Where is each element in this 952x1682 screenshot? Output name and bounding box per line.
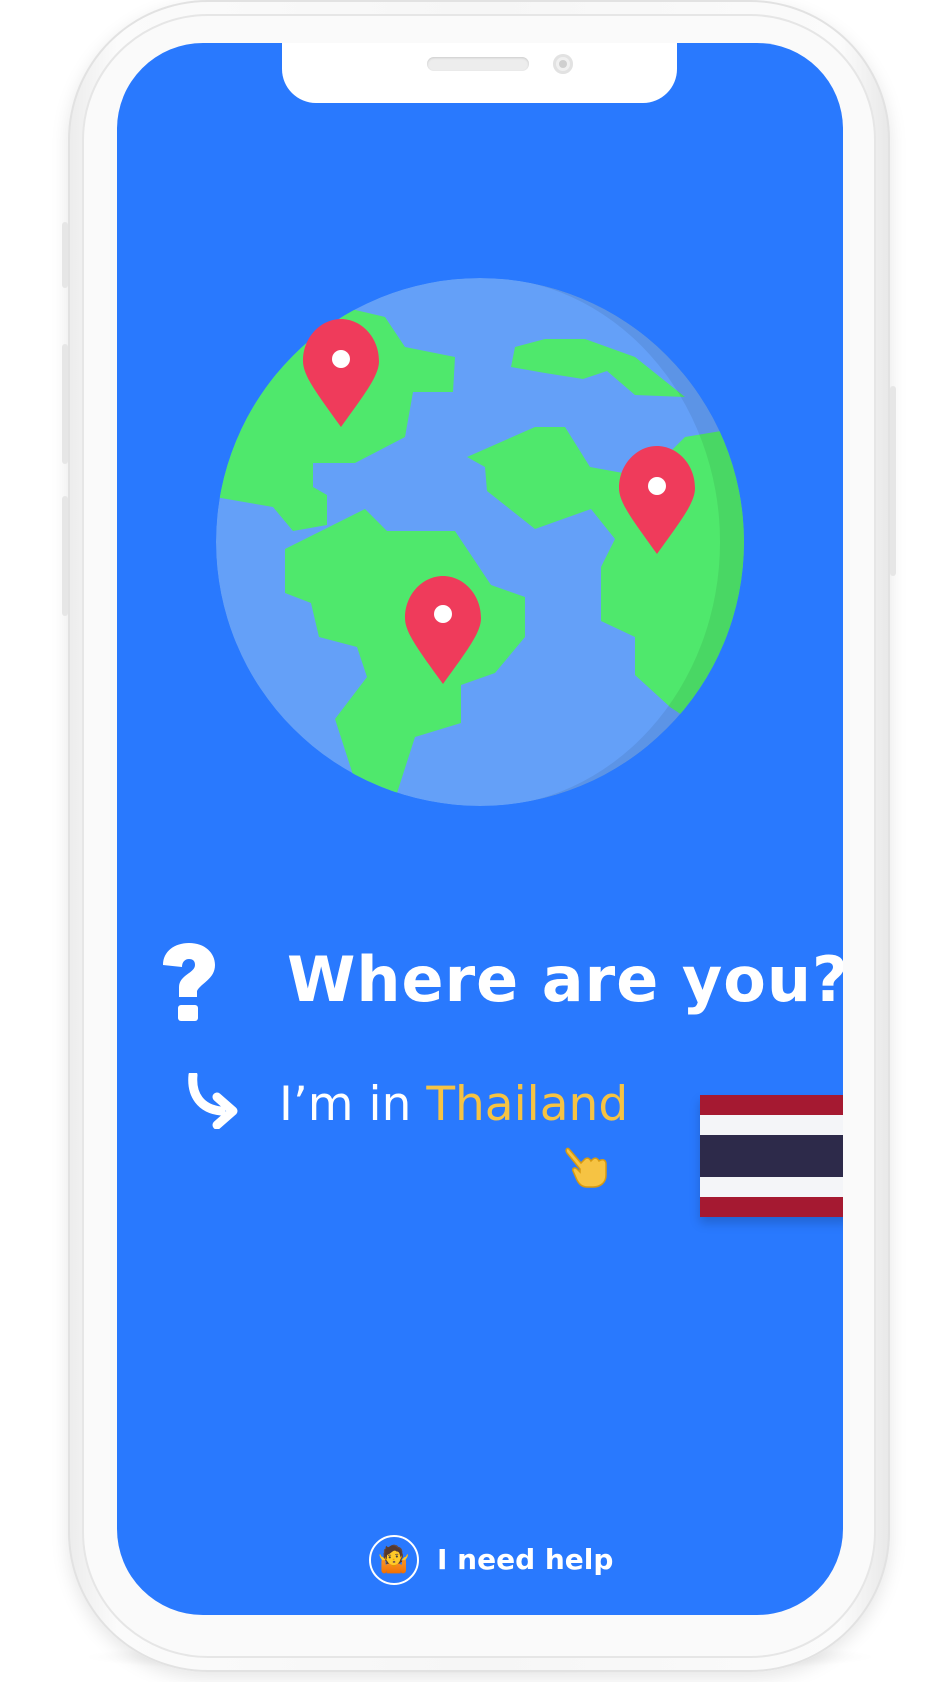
thailand-flag[interactable] [700,1095,843,1217]
question-row: Where are you? [157,943,843,1043]
answer-prefix: I’m in [279,1077,427,1132]
globe-illustration [215,277,745,807]
person-shrugging-icon: 🤷 [369,1535,419,1585]
answer-text: I’m in Thailand [279,1077,628,1132]
country-name[interactable]: Thailand [426,1077,628,1132]
speaker-grille [427,57,529,71]
help-label: I need help [437,1543,614,1576]
front-camera [553,54,573,74]
question-mark-icon [157,943,217,1023]
notch [282,43,677,103]
power-button [890,386,896,576]
mute-switch [62,222,68,288]
location-answer[interactable]: I’m in Thailand [187,1070,747,1143]
flag-stripe [700,1135,843,1177]
flag-stripe [700,1177,843,1197]
volume-up-button [62,344,68,464]
volume-down-button [62,496,68,616]
flag-stripe [700,1095,843,1115]
flag-stripe [700,1115,843,1135]
help-button[interactable]: 🤷 I need help [369,1535,629,1585]
pointing-hand-icon [563,1143,611,1191]
curved-arrow-icon [187,1070,243,1130]
page-title: Where are you? [287,943,843,1016]
app-screen: Where are you? I’m in Thailand 🤷 I need … [117,43,843,1615]
flag-stripe [700,1197,843,1217]
